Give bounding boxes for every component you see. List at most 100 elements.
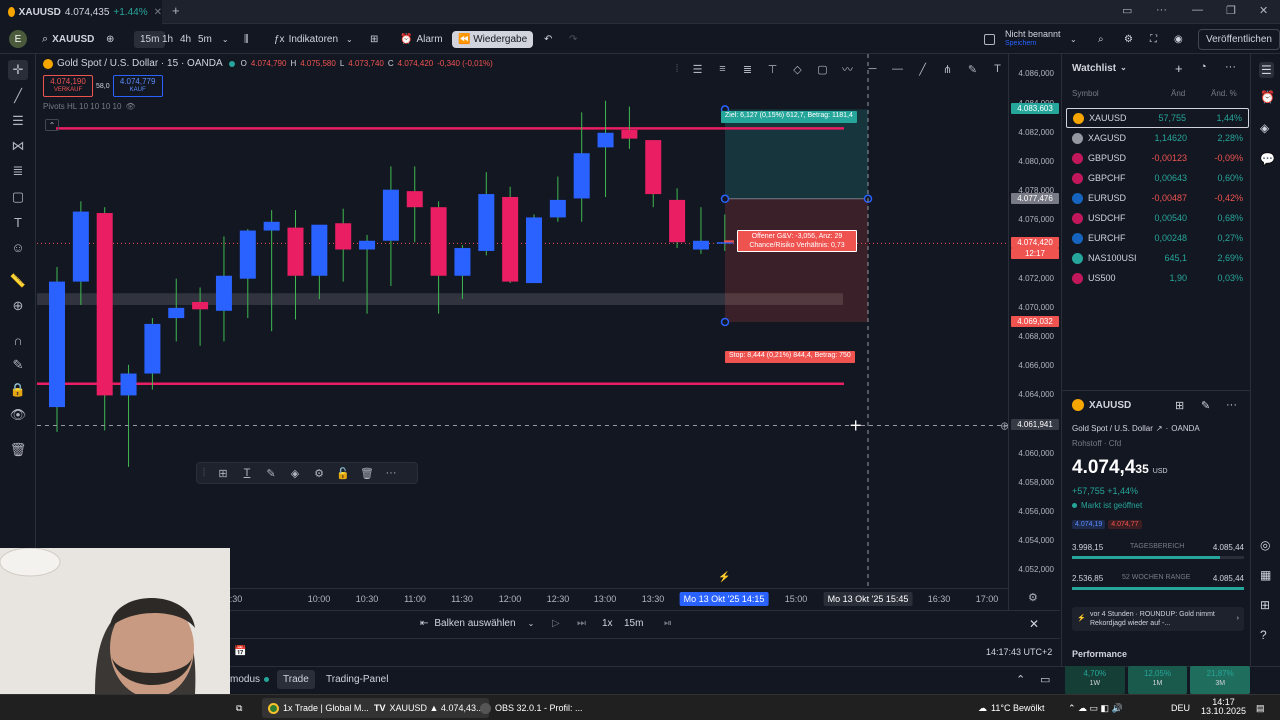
- add-symbol-button[interactable]: ⊕: [106, 24, 114, 54]
- redo-button[interactable]: ↷: [569, 24, 577, 54]
- more-icon[interactable]: ···: [379, 467, 403, 479]
- drag-handle-icon[interactable]: ⁞: [197, 467, 211, 479]
- horizontal-ray-icon[interactable]: ─: [860, 63, 885, 75]
- pitchfork-icon[interactable]: ⋔: [935, 63, 960, 76]
- layers-icon[interactable]: ◈: [1260, 121, 1269, 135]
- crosshair-tool-icon[interactable]: ✛: [8, 60, 28, 80]
- taskbar-clock[interactable]: 14:17 13.10.2025: [1195, 698, 1252, 718]
- mode-indicator[interactable]: modus: [230, 674, 270, 685]
- fill-color-icon[interactable]: ◈: [283, 467, 307, 480]
- publish-button[interactable]: Veröffentlichen: [1198, 24, 1280, 54]
- event-marker-icon[interactable]: ⚡: [718, 572, 730, 583]
- zoom-tool-icon[interactable]: ⊕: [8, 296, 28, 316]
- fib-tool-icon[interactable]: ☰: [8, 111, 28, 131]
- trendline-tool-icon[interactable]: ╱: [8, 86, 28, 106]
- template-icon[interactable]: ⊞: [211, 467, 235, 480]
- step-forward-icon[interactable]: ⏭: [577, 618, 586, 629]
- more-icon[interactable]: ···: [1156, 4, 1167, 16]
- delete-icon[interactable]: 🗑: [355, 467, 379, 480]
- taskbar-item-obs[interactable]: OBS 32.0.1 - Profil: ...: [474, 698, 589, 718]
- brush-icon[interactable]: ✎: [960, 63, 985, 76]
- taskbar-item-tradingview[interactable]: TV XAUUSD ▲ 4.074,43...: [368, 698, 490, 718]
- column-header-symbol[interactable]: Symbol: [1072, 89, 1099, 98]
- watchlist-row[interactable]: XAUUSD 57,755 1,44%: [1066, 108, 1249, 128]
- browser-tab[interactable]: XAUUSD 4.074,435 +1.44% ✕: [0, 0, 162, 24]
- perf-1m[interactable]: 12,05% 1M: [1127, 666, 1188, 694]
- close-replay-icon[interactable]: ✕: [1029, 617, 1039, 631]
- edit-icon[interactable]: ✎: [1201, 399, 1210, 412]
- drag-handle-icon[interactable]: ⁞: [669, 63, 685, 75]
- close-window-icon[interactable]: ✕: [1259, 4, 1268, 17]
- indicator-legend[interactable]: Pivots HL 10 10 10 10 👁: [43, 102, 136, 111]
- collapse-legend-button[interactable]: ⌃: [45, 119, 59, 131]
- add-symbol-icon[interactable]: +: [1175, 61, 1183, 76]
- watchlist-row[interactable]: GBPUSD -0,00123 -0,09%: [1066, 148, 1249, 168]
- templates-button[interactable]: ⊞: [370, 24, 378, 54]
- emoji-tool-icon[interactable]: ☺: [8, 237, 28, 257]
- calendar-icon[interactable]: ▦: [1260, 568, 1271, 582]
- taskbar-item-browser[interactable]: 1x Trade | Global M...: [262, 698, 375, 718]
- interval-5m[interactable]: 5m ⌄: [198, 24, 229, 54]
- column-header-change[interactable]: Änd: [1171, 89, 1185, 98]
- watchlist-row[interactable]: EURCHF 0,00248 0,27%: [1066, 228, 1249, 248]
- pattern-tool-icon[interactable]: ⋈: [8, 136, 28, 156]
- visibility-icon[interactable]: 👁: [8, 405, 28, 425]
- watchlist-row[interactable]: USDCHF 0,00540 0,68%: [1066, 208, 1249, 228]
- layout-name[interactable]: Nicht benannt Speichern: [984, 24, 1061, 54]
- perf-3m[interactable]: 21,87% 3M: [1190, 666, 1251, 694]
- layout-menu-button[interactable]: ⌄: [1070, 24, 1077, 54]
- target-icon[interactable]: ◎: [1260, 538, 1270, 552]
- interval-1h[interactable]: 1h: [162, 24, 173, 54]
- interval-4h[interactable]: 4h: [180, 24, 191, 54]
- parallel-channel-icon[interactable]: ≡: [710, 63, 735, 75]
- weather-widget[interactable]: ☁ 11°C Bewölkt: [972, 698, 1050, 718]
- symbol-search[interactable]: ⌕ XAUUSD: [42, 24, 94, 54]
- external-link-icon[interactable]: ↗: [1156, 424, 1163, 433]
- help-icon[interactable]: ?: [1260, 628, 1267, 642]
- close-tab-icon[interactable]: ✕: [154, 7, 162, 18]
- undo-button[interactable]: ↶: [544, 24, 552, 54]
- text-tool-icon[interactable]: T: [8, 212, 28, 232]
- watchlist-row[interactable]: EURUSD -0,00487 -0,42%: [1066, 188, 1249, 208]
- select-bar-button[interactable]: ⇤ Balken auswählen ⌄: [420, 618, 534, 629]
- more-icon[interactable]: ···: [1225, 61, 1236, 73]
- fullscreen-button[interactable]: ⛶: [1150, 24, 1157, 54]
- language-label[interactable]: DEU: [1165, 698, 1196, 718]
- maximize-panel-icon[interactable]: ▭: [1040, 673, 1050, 686]
- jump-to-realtime-icon[interactable]: ⏯: [664, 618, 672, 629]
- price-scale[interactable]: 4.086,0004.084,0004.082,0004.080,0004.07…: [1008, 54, 1060, 610]
- chat-icon[interactable]: 💬: [1260, 152, 1275, 166]
- forecast-tool-icon[interactable]: ≣: [8, 161, 28, 181]
- fib-retracement-icon[interactable]: ≣: [735, 63, 760, 76]
- perf-1w[interactable]: 4,70% 1W: [1065, 666, 1125, 694]
- settings-button[interactable]: ⚙: [1124, 24, 1133, 54]
- watchlist-row[interactable]: NAS100USI 645,1 2,69%: [1066, 248, 1249, 268]
- watchlist-icon[interactable]: ☰: [1259, 62, 1274, 78]
- chart-type-button[interactable]: ⫼: [244, 24, 249, 54]
- watchlist-row[interactable]: US500 1,90 0,03%: [1066, 268, 1249, 288]
- user-avatar[interactable]: E: [9, 24, 27, 54]
- chevron-up-icon[interactable]: ⌃: [1016, 673, 1025, 686]
- text-icon[interactable]: T: [985, 63, 1010, 75]
- snapshot-button[interactable]: ◉: [1174, 24, 1183, 54]
- path-icon[interactable]: 〰: [835, 61, 860, 77]
- replay-button[interactable]: ⏪ Wiedergabe: [452, 24, 534, 54]
- tab-trade[interactable]: Trade: [277, 670, 315, 689]
- chart-pane[interactable]: + ⊕ Gold Spot / U.S. Dollar · 15 · OANDA …: [37, 54, 1060, 610]
- play-icon[interactable]: ▷: [552, 618, 560, 629]
- candlestick-chart[interactable]: + ⊕: [37, 54, 1008, 588]
- sidebar-toggle-icon[interactable]: ▭: [1122, 4, 1132, 17]
- watchlist-row[interactable]: GBPCHF 0,00643 0,60%: [1066, 168, 1249, 188]
- trendline-icon[interactable]: ╱: [910, 63, 935, 76]
- indicators-button[interactable]: ƒx Indikatoren ⌄: [274, 24, 353, 54]
- eye-icon[interactable]: 👁: [125, 102, 135, 111]
- minimize-icon[interactable]: —: [1192, 4, 1203, 16]
- news-item[interactable]: ⚡ vor 4 Stunden · ROUNDUP: Gold nimmt Re…: [1072, 607, 1244, 631]
- new-tab-button[interactable]: +: [172, 3, 180, 18]
- grid-apps-icon[interactable]: ⊞: [1260, 598, 1270, 612]
- replay-interval[interactable]: 15m: [624, 618, 643, 629]
- ruler-tool-icon[interactable]: 📏: [8, 271, 28, 291]
- more-icon[interactable]: ···: [1226, 399, 1237, 411]
- date-range-icon[interactable]: 📅: [234, 646, 246, 657]
- quick-search-button[interactable]: ⌕: [1098, 24, 1104, 54]
